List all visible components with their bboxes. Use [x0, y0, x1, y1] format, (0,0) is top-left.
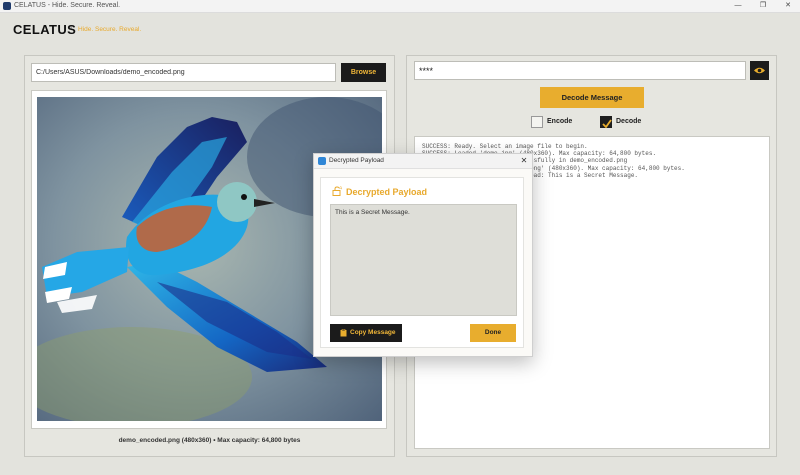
- close-window-button[interactable]: ✕: [781, 0, 795, 12]
- decrypted-payload-dialog: Decrypted Payload ✕ Decrypted Payload Th…: [313, 153, 533, 357]
- window-titlebar: CELATUS - Hide. Secure. Reveal. — ❐ ✕: [0, 0, 800, 13]
- dialog-window-title: Decrypted Payload: [329, 157, 384, 164]
- clipboard-icon: [340, 329, 347, 337]
- app-tagline: Hide. Secure. Reveal.: [78, 26, 142, 33]
- window-title: CELATUS - Hide. Secure. Reveal.: [14, 2, 121, 9]
- image-caption: demo_encoded.png (480x360) • Max capacit…: [118, 437, 301, 444]
- browse-button[interactable]: Browse: [341, 63, 386, 82]
- log-line: SUCCESS: Ready. Select an image file to …: [422, 143, 588, 150]
- decode-checkbox[interactable]: [600, 116, 612, 129]
- maximize-button[interactable]: ❐: [756, 0, 770, 12]
- password-input[interactable]: [414, 61, 746, 80]
- dialog-app-icon: [318, 157, 326, 165]
- encode-checkbox[interactable]: [531, 116, 543, 128]
- eye-icon: [754, 67, 765, 74]
- decode-label: Decode: [616, 118, 642, 125]
- done-button[interactable]: Done: [470, 324, 516, 342]
- app-title: CELATUS: [13, 22, 77, 37]
- minimize-button[interactable]: —: [731, 0, 745, 12]
- dialog-heading: Decrypted Payload: [346, 187, 428, 197]
- app-logo-icon: [3, 2, 11, 10]
- encode-label: Encode: [547, 118, 573, 125]
- decode-message-button[interactable]: Decode Message: [540, 87, 644, 108]
- checkmark-icon: [602, 119, 612, 129]
- image-path-input[interactable]: [31, 63, 336, 82]
- header-separator: •: [70, 25, 73, 32]
- dialog-close-button[interactable]: ✕: [518, 154, 530, 168]
- dialog-titlebar: Decrypted Payload ✕: [314, 154, 532, 169]
- copy-message-button[interactable]: Copy Message: [330, 324, 402, 342]
- copy-message-label: Copy Message: [350, 329, 396, 336]
- unlock-icon: [332, 186, 342, 196]
- toggle-visibility-button[interactable]: [750, 61, 769, 80]
- payload-textarea[interactable]: This is a Secret Message.: [330, 204, 517, 316]
